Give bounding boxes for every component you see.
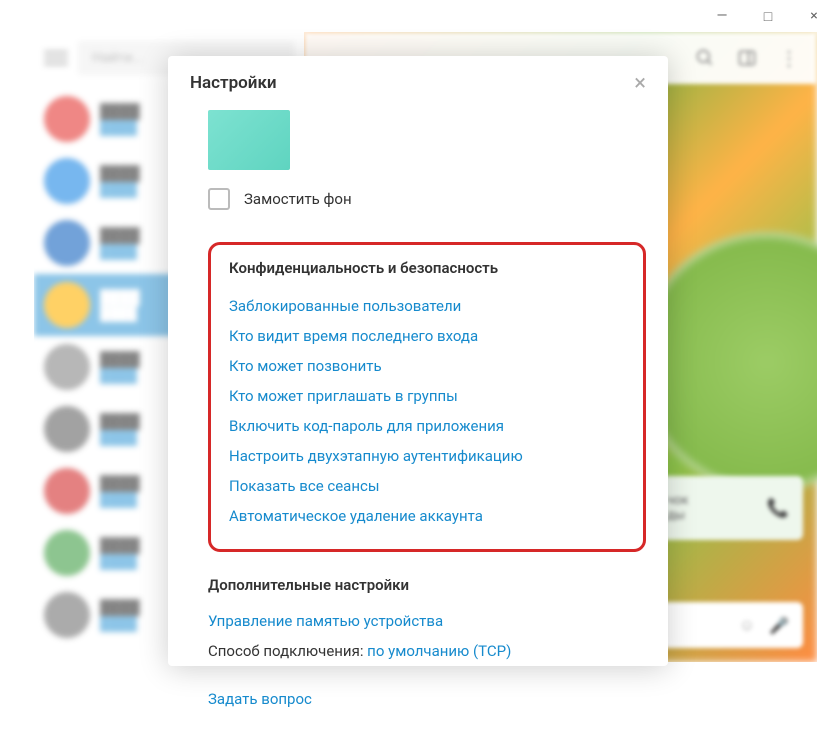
- window-maximize[interactable]: □: [745, 0, 791, 32]
- phone-icon[interactable]: 📞: [767, 498, 789, 519]
- avatar: [44, 282, 90, 328]
- mic-icon[interactable]: 🎤: [769, 616, 789, 635]
- privacy-section-title: Конфиденциальность и безопасность: [229, 259, 625, 277]
- window-close[interactable]: ×: [791, 0, 837, 32]
- avatar: [44, 96, 90, 142]
- privacy-link-1[interactable]: Кто видит время последнего входа: [229, 321, 625, 351]
- sidebar-icon[interactable]: [737, 48, 757, 68]
- modal-title: Настройки: [190, 73, 634, 93]
- close-icon[interactable]: ×: [634, 71, 646, 96]
- privacy-link-4[interactable]: Включить код-пароль для приложения: [229, 411, 625, 441]
- tile-background-row[interactable]: Замостить фон: [208, 188, 646, 210]
- avatar: [44, 530, 90, 576]
- avatar: [44, 592, 90, 638]
- window-minimize[interactable]: —: [699, 0, 745, 32]
- call-panel[interactable]: чокды 📞: [653, 476, 803, 540]
- avatar: [44, 158, 90, 204]
- privacy-link-0[interactable]: Заблокированные пользователи: [229, 291, 625, 321]
- avatar: [44, 220, 90, 266]
- emoji-icon[interactable]: ☺: [739, 615, 755, 635]
- settings-modal: Настройки × Замостить фон Конфиденциальн…: [168, 56, 668, 666]
- menu-icon[interactable]: [44, 46, 68, 70]
- connection-label: Способ подключения:: [208, 642, 367, 660]
- connection-value-link[interactable]: по умолчанию (TCP): [367, 642, 511, 660]
- tile-background-checkbox[interactable]: [208, 188, 230, 210]
- avatar: [44, 406, 90, 452]
- privacy-link-3[interactable]: Кто может приглашать в группы: [229, 381, 625, 411]
- privacy-link-2[interactable]: Кто может позвонить: [229, 351, 625, 381]
- privacy-link-5[interactable]: Настроить двухэтапную аутентификацию: [229, 441, 625, 471]
- call-label: чок: [667, 493, 767, 508]
- avatar: [44, 468, 90, 514]
- connection-type-row[interactable]: Способ подключения: по умолчанию (TCP): [208, 636, 646, 666]
- call-sub: ды: [667, 508, 767, 523]
- privacy-link-6[interactable]: Показать все сеансы: [229, 471, 625, 501]
- advanced-section-title: Дополнительные настройки: [208, 576, 646, 594]
- search-icon[interactable]: [695, 48, 715, 68]
- tile-background-label: Замостить фон: [244, 190, 352, 208]
- avatar: [44, 344, 90, 390]
- storage-management-link[interactable]: Управление памятью устройства: [208, 606, 646, 636]
- privacy-link-7[interactable]: Автоматическое удаление аккаунта: [229, 501, 625, 531]
- ask-question-link[interactable]: Задать вопрос: [208, 684, 646, 714]
- more-icon[interactable]: ⋮: [779, 46, 799, 70]
- privacy-section-highlight: Конфиденциальность и безопасность Заблок…: [208, 242, 646, 552]
- background-preview[interactable]: [208, 110, 290, 170]
